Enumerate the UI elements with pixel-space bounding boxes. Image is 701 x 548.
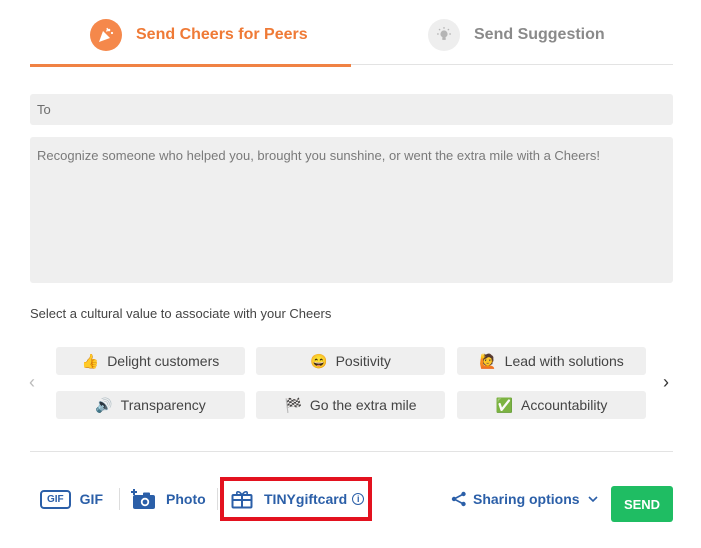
raising-hand-icon: 🙋 <box>479 352 497 369</box>
sharing-options-label: Sharing options <box>473 491 580 507</box>
toolbar-separator <box>217 488 218 510</box>
value-chip-go-the-extra-mile[interactable]: 🏁 Go the extra mile <box>256 391 445 419</box>
tab-divider <box>351 64 673 65</box>
tinygiftcard-label: TINYgiftcard <box>264 491 348 507</box>
value-chip-transparency[interactable]: 🔊 Transparency <box>56 391 245 419</box>
value-chip-label: Accountability <box>521 397 608 413</box>
message-textarea[interactable] <box>30 137 673 283</box>
thumbs-up-icon: 👍 <box>81 352 100 369</box>
share-icon <box>451 491 466 507</box>
value-chip-label: Delight customers <box>107 353 220 369</box>
tab-send-suggestion-label: Send Suggestion <box>474 26 605 43</box>
tab-send-suggestion[interactable]: Send Suggestion <box>428 18 605 52</box>
send-button[interactable]: SEND <box>611 486 673 522</box>
tab-send-cheers[interactable]: Send Cheers for Peers <box>90 18 308 52</box>
carousel-prev-icon[interactable]: ‹ <box>29 373 35 391</box>
smiling-face-icon: 😄 <box>310 352 328 369</box>
sharing-options-button[interactable]: Sharing options <box>451 487 604 511</box>
checkered-flag-icon: 🏁 <box>284 396 302 413</box>
active-tab-indicator <box>30 64 351 67</box>
value-chip-label: Transparency <box>120 397 206 413</box>
toolbar-divider <box>30 451 673 452</box>
gift-card-icon <box>231 491 253 509</box>
value-chip-positivity[interactable]: 😄 Positivity <box>256 347 445 375</box>
photo-button[interactable]: Photo <box>130 484 206 514</box>
speaker-icon: 🔊 <box>95 396 113 413</box>
tinygiftcard-button[interactable]: TINYgiftcard i <box>231 484 365 514</box>
info-icon[interactable]: i <box>352 493 365 505</box>
tab-send-cheers-label: Send Cheers for Peers <box>136 26 308 43</box>
lightbulb-icon <box>428 19 460 51</box>
value-chip-label: Positivity <box>335 353 391 369</box>
party-popper-icon <box>90 19 122 51</box>
add-photo-icon <box>131 489 155 509</box>
toolbar-separator <box>119 488 120 510</box>
gif-label: GIF <box>79 491 104 507</box>
value-chip-delight-customers[interactable]: 👍 Delight customers <box>56 347 245 375</box>
gif-icon: GIF <box>40 489 71 509</box>
gif-button[interactable]: GIF GIF <box>40 484 103 514</box>
value-chip-accountability[interactable]: ✅ Accountability <box>457 391 646 419</box>
to-input[interactable] <box>30 94 673 125</box>
check-mark-icon: ✅ <box>495 396 514 413</box>
values-label: Select a cultural value to associate wit… <box>30 306 332 321</box>
carousel-next-icon[interactable]: › <box>663 373 669 391</box>
value-chip-label: Lead with solutions <box>504 353 624 369</box>
value-chip-lead-with-solutions[interactable]: 🙋 Lead with solutions <box>457 347 646 375</box>
value-chip-label: Go the extra mile <box>309 397 417 413</box>
photo-label: Photo <box>166 491 206 507</box>
chevron-down-icon <box>587 495 598 502</box>
